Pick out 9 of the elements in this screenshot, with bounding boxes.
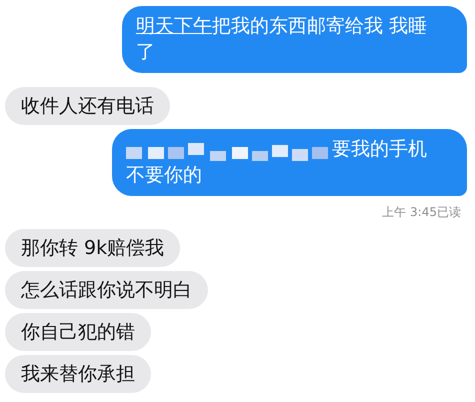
message-bubble: 要我的手机 不要你的 bbox=[112, 129, 467, 196]
message-bubble: 收件人还有电话 bbox=[5, 87, 170, 125]
message-bubble: 你自己犯的错 bbox=[5, 313, 151, 351]
message-bubble: 我来替你承担 bbox=[5, 355, 151, 393]
read-receipt: 上午 3:45已读 bbox=[382, 204, 461, 221]
message-bubble: 怎么话跟你说不明白 bbox=[5, 271, 208, 309]
date-link[interactable]: 明天下午 bbox=[136, 15, 212, 37]
message-bubble: 那你转 9k赔偿我 bbox=[5, 229, 180, 267]
message-bubble: 明天下午把我的东西邮寄给我 我睡 了 bbox=[122, 6, 467, 73]
